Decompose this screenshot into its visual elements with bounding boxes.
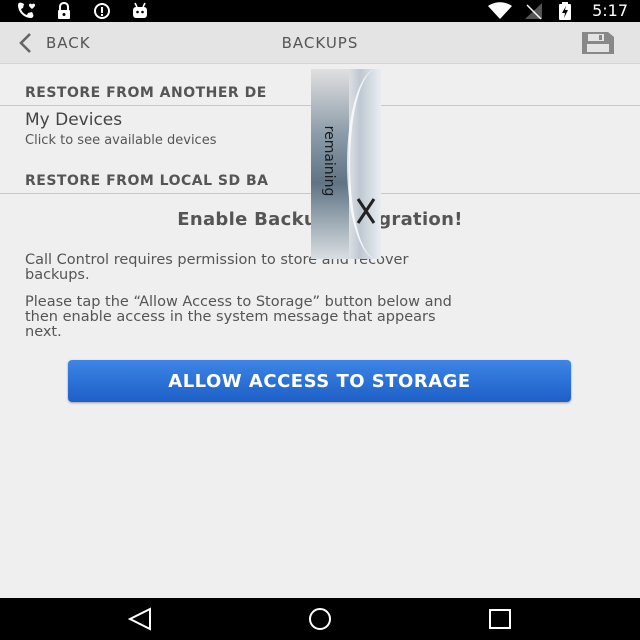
allow-access-to-storage-button[interactable]: ALLOW ACCESS TO STORAGE [68,360,571,402]
wifi-icon [488,2,512,19]
close-icon[interactable] [355,191,377,231]
text-line: next. [25,324,62,340]
ad-remaining-text: remaining [321,125,337,197]
app-bar: BACKUPS BACK [0,22,640,64]
permission-paragraph-2: Please tap the “Allow Access to Storage”… [25,295,600,340]
info-icon [94,3,110,19]
back-label: BACK [46,34,91,52]
restore-local-sd-header: RESTORE FROM LOCAL SD BA [25,173,269,189]
navigation-bar [0,598,640,640]
restore-another-device-header: RESTORE FROM ANOTHER DE [25,85,267,101]
text-line: Please tap the “Allow Access to Storage”… [25,294,452,310]
app-title: BACKUPS [281,34,359,52]
recents-square-icon[interactable] [480,606,520,632]
back-triangle-icon[interactable] [120,606,160,632]
signal-icon [525,3,542,20]
lock-icon [58,2,70,19]
home-circle-icon[interactable] [300,606,340,632]
phone-heart-icon [18,2,35,19]
text-line: then enable access in the system message… [25,309,436,325]
status-bar: 5:17 [0,0,640,22]
save-icon[interactable] [580,30,616,56]
back-button[interactable]: BACK [18,22,91,64]
chevron-left-icon [19,33,31,53]
status-time: 5:17 [592,1,628,20]
android-icon [133,2,147,18]
my-devices-title: My Devices [25,110,123,130]
ad-overlay[interactable]: remaining [311,69,381,259]
battery-charging-icon [559,2,571,20]
text-line: backups. [25,267,90,283]
my-devices-subtitle: Click to see available devices [25,133,217,148]
